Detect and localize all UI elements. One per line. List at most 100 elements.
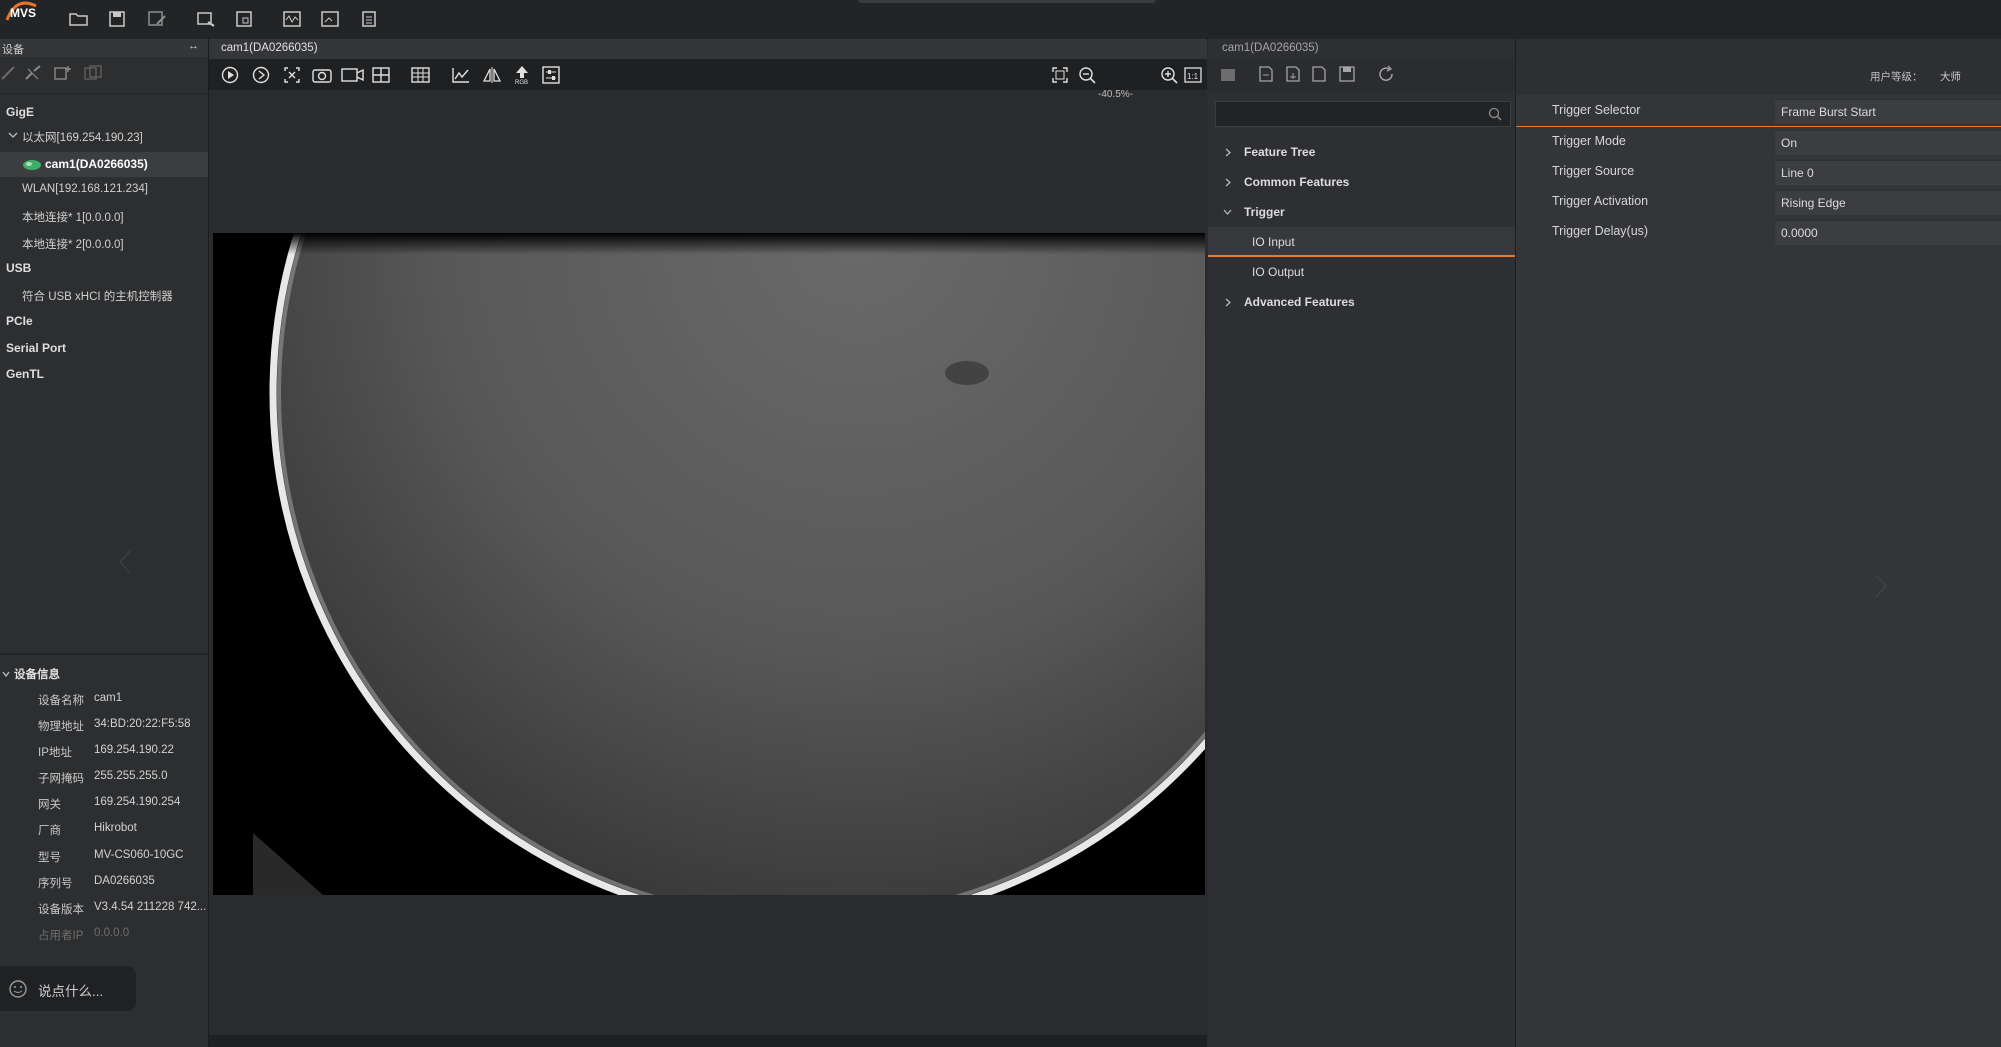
export-icon[interactable]: [1257, 65, 1275, 83]
top-search-bar[interactable]: [858, 0, 1156, 3]
info-label: 子网掩码: [38, 773, 84, 785]
property-value[interactable]: On: [1775, 130, 2001, 155]
refresh-icon[interactable]: [1377, 65, 1395, 83]
snapshot-icon[interactable]: [310, 63, 334, 87]
info-label: 物理地址: [38, 721, 84, 733]
start-grab-icon[interactable]: [218, 63, 242, 87]
panel-pin-icon[interactable]: ↔: [188, 40, 199, 52]
settings-panel-icon[interactable]: [539, 63, 563, 87]
info-value: V3.4.54 211228 742...: [94, 901, 207, 913]
waveform-icon[interactable]: [279, 6, 305, 32]
actual-size-icon[interactable]: 1:1: [1181, 63, 1205, 87]
info-value: 169.254.190.22: [94, 744, 174, 756]
histogram-icon[interactable]: [449, 63, 473, 87]
property-value[interactable]: Frame Burst Start: [1775, 99, 2001, 124]
nav-right-arrow-icon[interactable]: [1870, 571, 1890, 601]
tree-node-label: Common Features: [1244, 175, 1350, 189]
tree-node-label: IO Output: [1252, 265, 1305, 279]
tree-item-wlan[interactable]: WLAN[192.168.121.234]: [22, 183, 148, 195]
tree-node-io-output[interactable]: IO Output: [1208, 257, 1515, 287]
grid-icon[interactable]: [409, 63, 433, 87]
info-label: 序列号: [38, 878, 73, 890]
panel-divider[interactable]: [0, 653, 208, 655]
chevron-right-icon[interactable]: [1225, 298, 1231, 307]
tree-category-gige[interactable]: GigE: [6, 105, 34, 119]
tree-node-label: Advanced Features: [1244, 295, 1355, 309]
tree-node-trigger[interactable]: Trigger: [1208, 197, 1515, 227]
chevron-down-icon[interactable]: [2, 670, 10, 678]
tree-item-usb-host[interactable]: 符合 USB xHCI 的主机控制器: [22, 288, 173, 304]
image-compare-icon[interactable]: [317, 6, 343, 32]
trigger-grab-icon[interactable]: [249, 63, 273, 87]
connect-icon[interactable]: [0, 65, 16, 81]
record-icon[interactable]: [341, 63, 365, 87]
info-label: 占用者IP: [38, 930, 84, 942]
chevron-right-icon[interactable]: [1225, 148, 1231, 157]
info-value: 255.255.255.0: [94, 770, 168, 782]
save-params-icon[interactable]: [1338, 65, 1356, 83]
camera-image[interactable]: [213, 233, 1205, 895]
viewer-status-bar: [209, 1035, 1207, 1047]
tree-category-serial[interactable]: Serial Port: [6, 341, 66, 355]
info-label: 设备名称: [38, 695, 84, 707]
tree-category-gentl[interactable]: GenTL: [6, 367, 44, 381]
load-file-icon[interactable]: [1284, 65, 1302, 83]
chevron-right-icon[interactable]: [1225, 178, 1231, 187]
property-row-trigger-activation[interactable]: Trigger Activation Rising Edge: [1516, 187, 2001, 217]
mvs-logo: MVS: [4, 0, 44, 26]
property-row-trigger-mode[interactable]: Trigger Mode On: [1516, 127, 2001, 157]
feature-search-input[interactable]: [1215, 101, 1511, 127]
tree-node-label: Feature Tree: [1244, 145, 1316, 159]
rgb-icon[interactable]: RGB: [510, 63, 534, 87]
tree-item-local-1[interactable]: 本地连接* 1[0.0.0.0]: [22, 209, 124, 225]
device-group-icon[interactable]: [84, 65, 102, 81]
logo-text: MVS: [10, 6, 36, 20]
info-value: MV-CS060-10GC: [94, 849, 184, 861]
zoom-level: -40.5%-: [1098, 89, 1134, 100]
window-icon[interactable]: [231, 6, 257, 32]
tree-item-ethernet[interactable]: 以太网[169.254.190.23]: [22, 129, 143, 145]
zoom-out-icon[interactable]: [1075, 63, 1099, 87]
add-device-icon[interactable]: [54, 65, 72, 81]
smiley-icon[interactable]: [8, 979, 28, 999]
tree-node-io-input[interactable]: IO Input: [1208, 227, 1515, 257]
chevron-down-icon[interactable]: [8, 131, 18, 139]
property-row-trigger-delay[interactable]: Trigger Delay(us) 0.0000: [1516, 217, 2001, 247]
user-level-value[interactable]: 大师: [1940, 69, 1961, 84]
split-view-icon[interactable]: [370, 63, 394, 87]
save-icon[interactable]: [104, 6, 130, 32]
tree-category-pcie[interactable]: PCIe: [6, 314, 33, 328]
info-label: 型号: [38, 852, 61, 864]
viewer-tab[interactable]: cam1(DA0266035): [209, 39, 1207, 59]
import-icon[interactable]: [1220, 67, 1236, 83]
tree-node-feature-tree[interactable]: Feature Tree: [1208, 137, 1515, 167]
property-value[interactable]: Rising Edge: [1775, 190, 2001, 215]
tree-node-advanced-features[interactable]: Advanced Features: [1208, 287, 1515, 317]
nav-left-arrow-icon[interactable]: [116, 547, 136, 577]
property-value[interactable]: Line 0: [1775, 160, 2001, 185]
tree-node-common-features[interactable]: Common Features: [1208, 167, 1515, 197]
device-panel: 设备 ↔ GigE 以太网[169.254.190.23] cam1(DA026…: [0, 39, 209, 1047]
property-value[interactable]: 0.0000: [1775, 220, 2001, 245]
info-label: 网关: [38, 799, 61, 811]
save-as-icon[interactable]: [144, 6, 170, 32]
chevron-down-icon[interactable]: [1223, 209, 1232, 215]
clipboard-icon[interactable]: [356, 6, 382, 32]
folder-open-icon[interactable]: [66, 6, 92, 32]
document-icon[interactable]: [1311, 65, 1327, 83]
search-icon[interactable]: [1488, 107, 1502, 121]
property-row-trigger-selector[interactable]: Trigger Selector Frame Burst Start: [1516, 96, 2001, 127]
tree-category-usb[interactable]: USB: [6, 261, 31, 275]
zoom-in-icon[interactable]: [1157, 63, 1181, 87]
fit-window-icon[interactable]: [1048, 63, 1072, 87]
chat-input[interactable]: 说点什么...: [0, 966, 136, 1011]
device-toolbar: [0, 59, 208, 94]
stop-grab-icon[interactable]: [280, 63, 304, 87]
disconnect-icon[interactable]: [24, 65, 42, 81]
device-list-icon[interactable]: [193, 6, 219, 32]
property-row-trigger-source[interactable]: Trigger Source Line 0: [1516, 157, 2001, 187]
tree-item-local-2[interactable]: 本地连接* 2[0.0.0.0]: [22, 236, 124, 252]
viewer-toolbar: RGB -40.5%- 1:1: [209, 59, 1207, 100]
tree-item-camera[interactable]: cam1(DA0266035): [45, 157, 148, 171]
flip-icon[interactable]: [480, 63, 504, 87]
